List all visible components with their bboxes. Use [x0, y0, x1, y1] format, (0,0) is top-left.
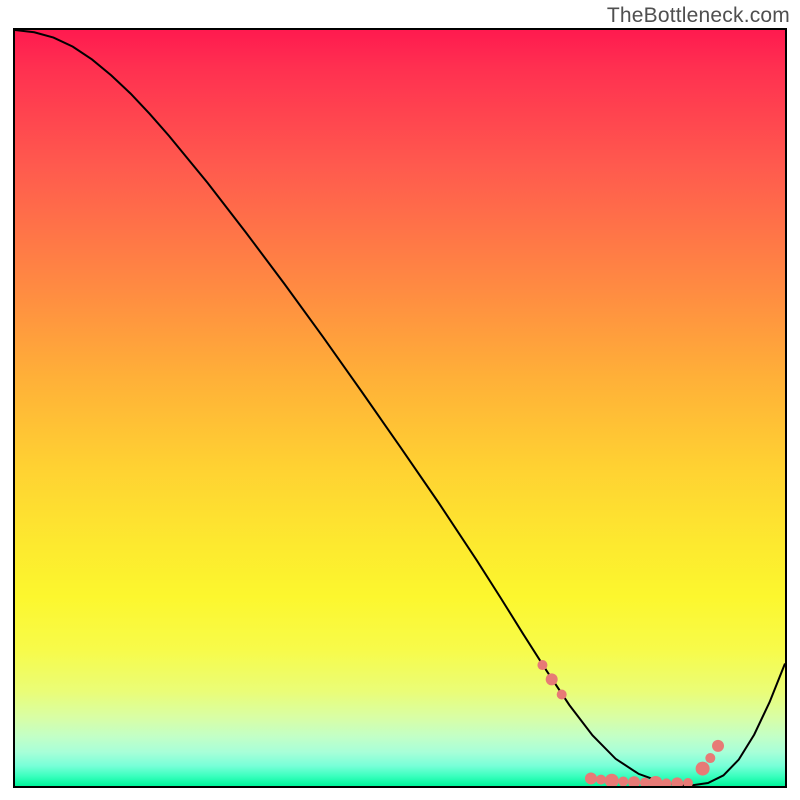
marker-dot [649, 776, 663, 786]
marker-dot [640, 778, 650, 786]
marker-dot [546, 673, 558, 685]
highlight-dots [537, 660, 724, 786]
marker-dot [628, 776, 640, 786]
marker-dot [557, 690, 567, 700]
marker-dot [618, 776, 628, 786]
marker-dot [537, 660, 547, 670]
chart-container: TheBottleneck.com [0, 0, 800, 800]
marker-dot [671, 777, 683, 786]
plot-area [13, 28, 787, 788]
marker-dot [605, 774, 619, 786]
markers-layer [15, 30, 785, 786]
marker-dot [705, 753, 715, 763]
watermark-text: TheBottleneck.com [607, 4, 790, 28]
marker-dot [596, 775, 606, 785]
marker-dot [661, 778, 671, 786]
marker-dot [696, 762, 710, 776]
marker-dot [712, 740, 724, 752]
marker-dot [585, 772, 597, 784]
marker-dot [683, 778, 693, 786]
